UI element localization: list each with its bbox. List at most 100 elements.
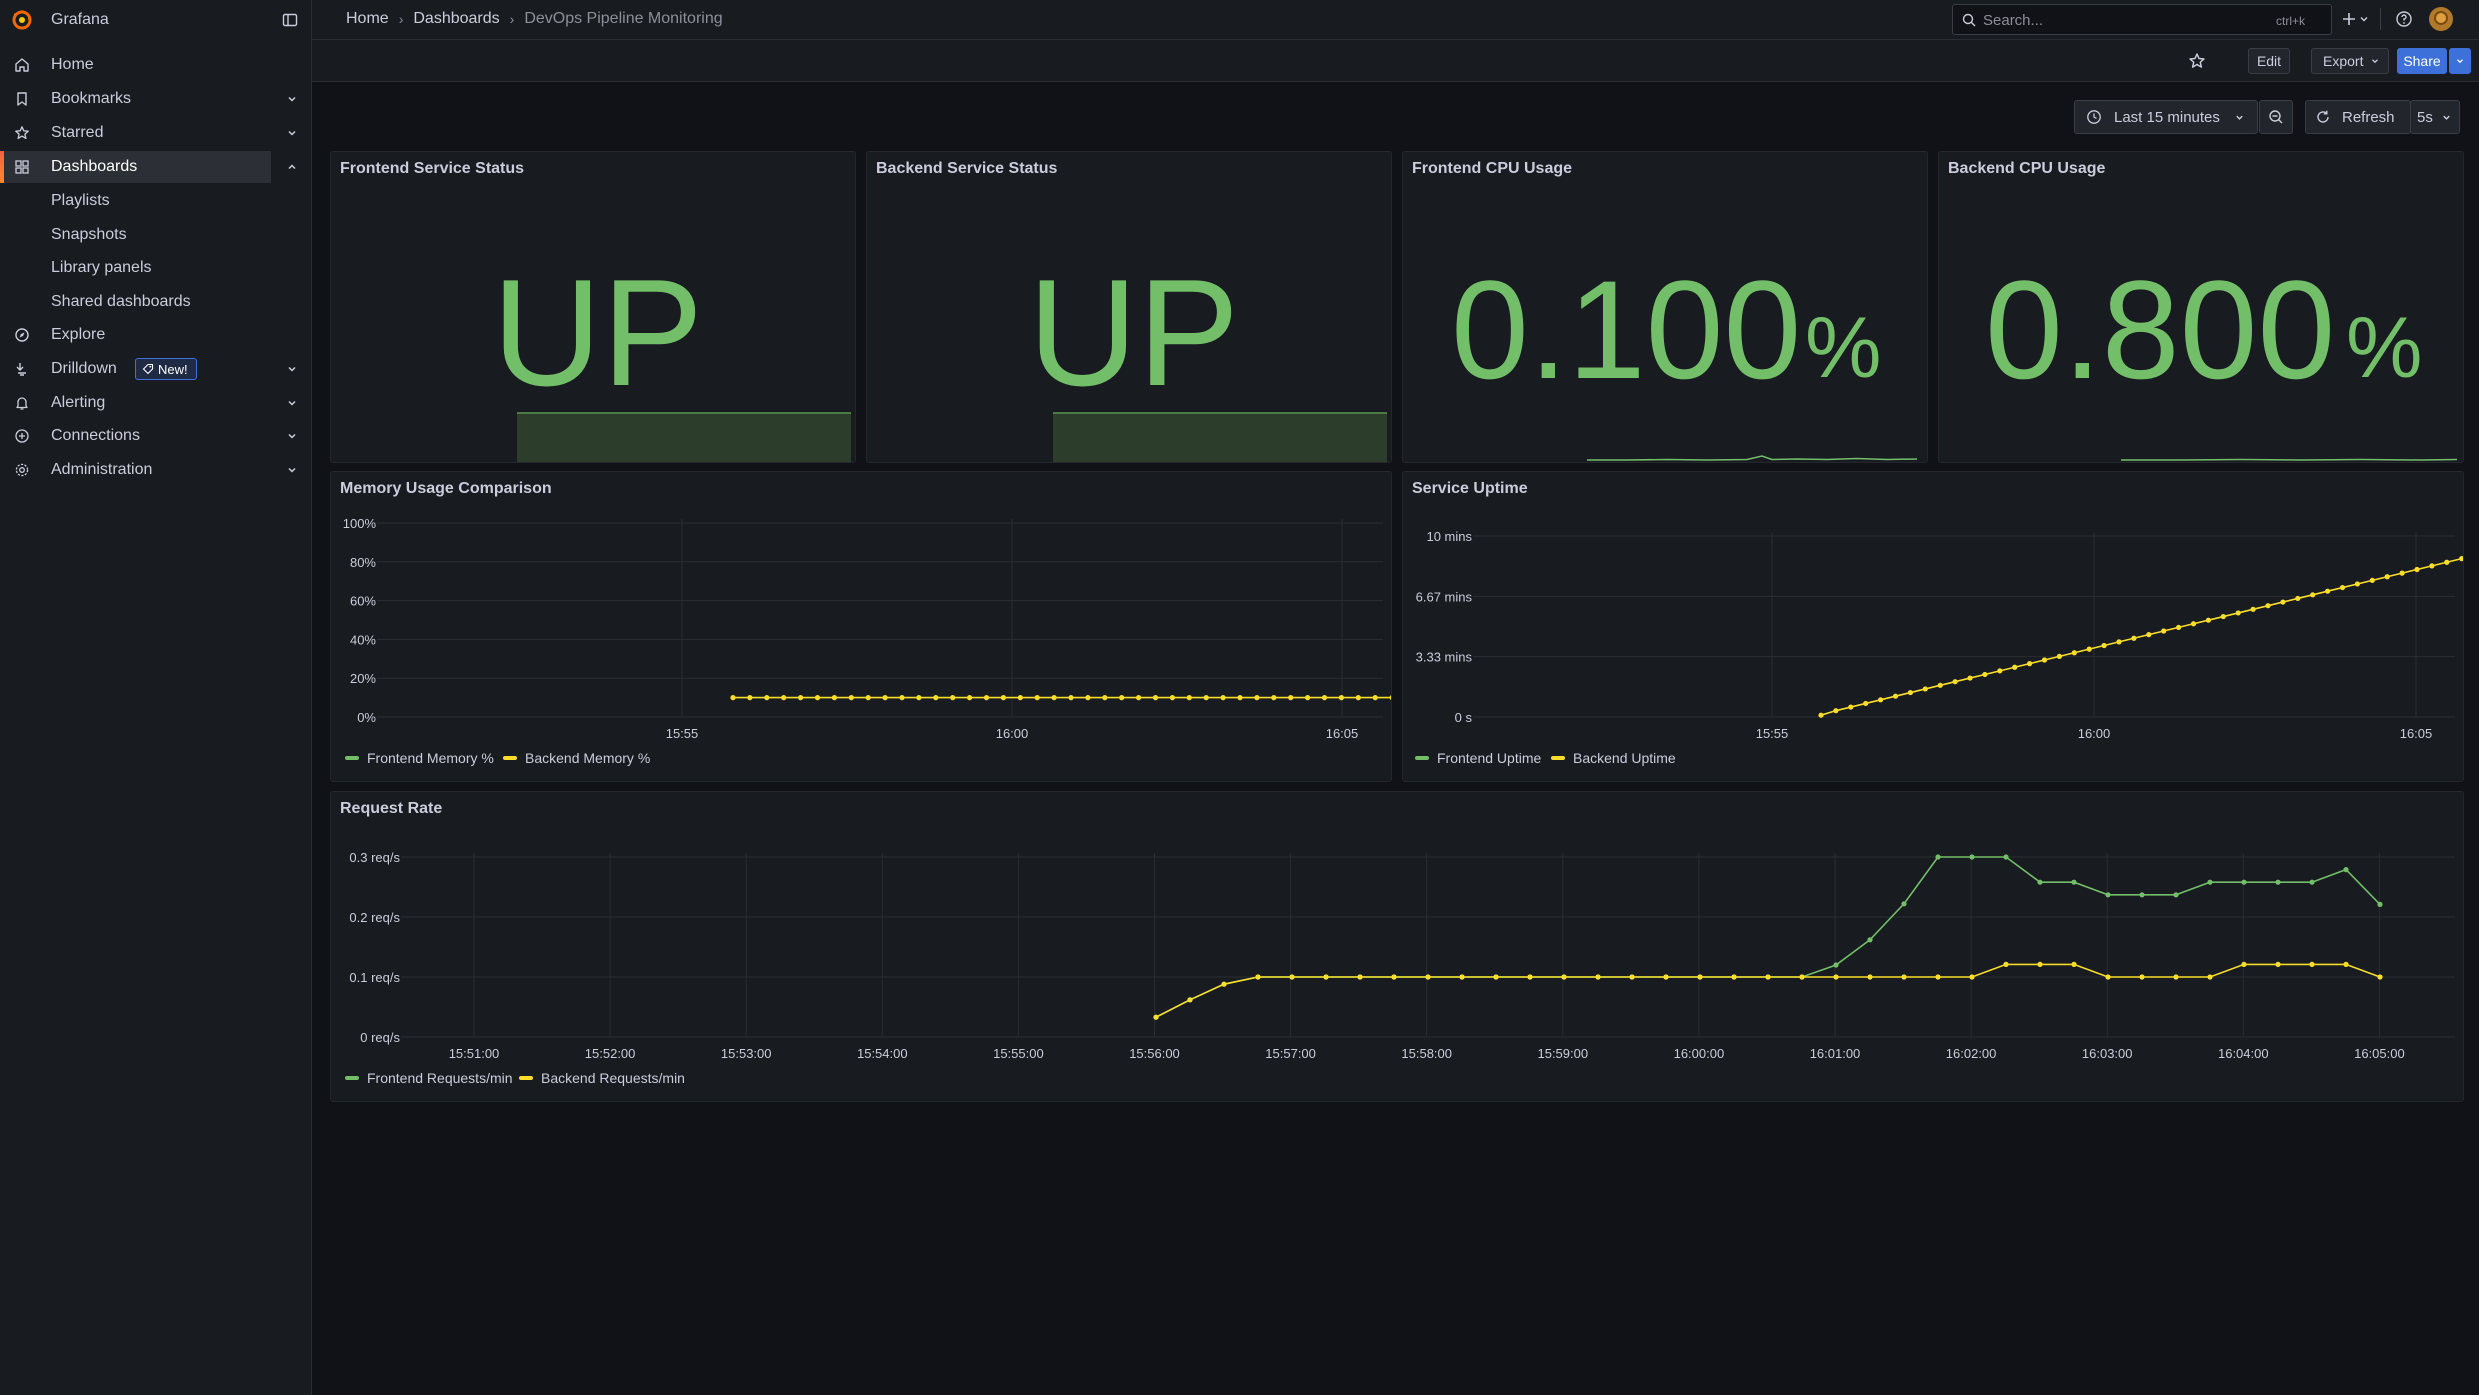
refresh-button[interactable]: Refresh: [2305, 100, 2411, 134]
chevron-down-icon[interactable]: [286, 397, 298, 409]
data-point: [2139, 892, 2145, 898]
x-tick-label: 15:57:00: [1265, 1046, 1316, 1061]
data-point: [1901, 974, 1907, 980]
data-point: [1153, 1014, 1159, 1020]
sidebar-item-drilldown[interactable]: Drilldown New!: [0, 353, 312, 385]
legend-label: Backend Requests/min: [541, 1070, 685, 1086]
data-point: [1561, 974, 1567, 980]
plus-icon[interactable]: [2341, 11, 2357, 27]
sidebar-subitem-shared-dashboards[interactable]: Shared dashboards: [0, 287, 312, 317]
panel-frontend-cpu-usage[interactable]: Frontend CPU Usage 0.100 %: [1402, 151, 1928, 463]
star-icon: [15, 126, 29, 140]
edit-button[interactable]: Edit: [2248, 48, 2290, 74]
data-point: [2459, 556, 2463, 562]
sidebar-subitem-playlists[interactable]: Playlists: [0, 186, 312, 216]
refresh-label: Refresh: [2342, 108, 2395, 126]
data-point: [2071, 961, 2077, 967]
data-point: [2027, 661, 2033, 667]
search-box[interactable]: Search... ctrl+k: [1952, 4, 2332, 35]
panel-memory-usage[interactable]: Memory Usage Comparison 0% 20% 40% 60% 80% 10…: [330, 471, 1392, 782]
legend-label: Backend Uptime: [1573, 750, 1676, 766]
sidebar-subitem-snapshots[interactable]: Snapshots: [0, 220, 312, 250]
panel-request-rate[interactable]: Request Rate 0 req/s 0.1 req/s 0.2 req/s 0.…: [330, 791, 2464, 1102]
panel-frontend-service-status[interactable]: Frontend Service Status UP: [330, 151, 856, 463]
bookmark-icon: [17, 92, 27, 106]
sidebar-subitem-library-panels[interactable]: Library panels: [0, 253, 312, 283]
data-point: [1305, 695, 1311, 701]
data-point: [2101, 642, 2107, 649]
sidebar-subitem-label: Playlists: [51, 192, 110, 209]
grafana-logo-icon[interactable]: [11, 9, 33, 31]
x-tick-label: 15:54:00: [857, 1046, 908, 1061]
sidebar-item-home[interactable]: Home: [0, 49, 312, 81]
data-point: [882, 695, 888, 701]
legend-label: Backend Memory %: [525, 750, 651, 766]
chevron-down-icon[interactable]: [2358, 13, 2370, 25]
data-point: [2275, 961, 2281, 967]
panel-backend-service-status[interactable]: Backend Service Status UP: [866, 151, 1392, 463]
avatar[interactable]: [2429, 7, 2453, 31]
data-point: [1220, 695, 1226, 701]
data-point: [1459, 974, 1465, 980]
y-tick-label: 0%: [357, 710, 376, 725]
data-point: [2414, 566, 2420, 573]
data-point: [899, 695, 905, 701]
sidebar-item-alerting[interactable]: Alerting: [0, 387, 312, 419]
sidebar: Grafana Home Bookmarks Starred Dashboard…: [0, 0, 312, 1395]
panel-backend-cpu-usage[interactable]: Backend CPU Usage 0.800 %: [1938, 151, 2464, 463]
search-input[interactable]: Search...: [1983, 12, 2043, 29]
data-point: [1102, 695, 1108, 701]
sidebar-item-connections[interactable]: Connections: [0, 420, 312, 452]
memory-chart[interactable]: 0% 20% 40% 60% 80% 100% 15:55 16:00 16:05: [331, 472, 1392, 742]
data-point: [2343, 867, 2349, 873]
legend-item-backend-requests[interactable]: Backend Requests/min: [519, 1070, 685, 1086]
request-rate-chart[interactable]: 0 req/s 0.1 req/s 0.2 req/s 0.3 req/s 15:51:…: [331, 792, 2464, 1062]
export-button[interactable]: Export: [2311, 48, 2389, 74]
legend-item-backend-uptime[interactable]: Backend Uptime: [1551, 750, 1676, 766]
data-point: [1051, 695, 1057, 701]
chevron-down-icon[interactable]: [286, 363, 298, 375]
y-tick-label: 40%: [350, 632, 376, 647]
sidebar-item-administration[interactable]: Administration: [0, 454, 312, 486]
stat-sparkline-area: [1053, 412, 1387, 462]
star-icon[interactable]: [2188, 52, 2206, 70]
breadcrumb-home[interactable]: Home: [346, 10, 389, 28]
dock-menu-icon[interactable]: [282, 12, 298, 28]
legend-item-frontend-requests[interactable]: Frontend Requests/min: [345, 1070, 513, 1086]
data-point: [1527, 974, 1533, 980]
sidebar-item-explore[interactable]: Explore: [0, 319, 312, 351]
data-point: [1848, 704, 1854, 710]
data-point: [1152, 695, 1159, 701]
share-menu-button[interactable]: [2449, 48, 2471, 74]
chevron-down-icon: [2443, 115, 2450, 120]
time-range-picker[interactable]: Last 15 minutes: [2074, 100, 2258, 134]
data-point: [1818, 712, 1824, 718]
breadcrumb-dashboards[interactable]: Dashboards: [413, 10, 499, 28]
data-point: [747, 695, 753, 701]
share-button[interactable]: Share: [2397, 48, 2447, 74]
data-point: [2003, 961, 2009, 967]
uptime-chart[interactable]: 0 s 3.33 mins 6.67 mins 10 mins 15:55 16:00 16…: [1403, 472, 2464, 742]
sidebar-item-label: Home: [51, 56, 94, 73]
panel-service-uptime[interactable]: Service Uptime 0 s 3.33 mins 6.67 mins 10 m…: [1402, 471, 2464, 782]
zoom-out-button[interactable]: [2259, 100, 2293, 134]
chevron-down-icon[interactable]: [286, 93, 298, 105]
x-tick-label: 16:05:00: [2354, 1046, 2405, 1061]
legend-item-frontend-memory[interactable]: Frontend Memory %: [345, 750, 494, 766]
legend-label: Frontend Uptime: [1437, 750, 1542, 766]
refresh-interval-picker[interactable]: 5s: [2410, 100, 2460, 134]
legend-item-frontend-uptime[interactable]: Frontend Uptime: [1415, 750, 1541, 766]
sidebar-item-starred[interactable]: Starred: [0, 117, 312, 149]
data-point: [1833, 962, 1839, 968]
help-icon[interactable]: [2395, 10, 2413, 28]
chevron-down-icon[interactable]: [286, 430, 298, 442]
sidebar-item-bookmarks[interactable]: Bookmarks: [0, 83, 312, 115]
sidebar-item-dashboards[interactable]: Dashboards: [0, 151, 271, 183]
data-point: [2086, 646, 2092, 652]
chevron-down-icon[interactable]: [286, 127, 298, 139]
legend-item-backend-memory[interactable]: Backend Memory %: [503, 750, 650, 766]
breadcrumb-separator: ›: [398, 11, 404, 27]
chevron-down-icon[interactable]: [286, 464, 298, 476]
data-point: [1731, 974, 1737, 980]
chevron-up-icon[interactable]: [286, 161, 298, 173]
